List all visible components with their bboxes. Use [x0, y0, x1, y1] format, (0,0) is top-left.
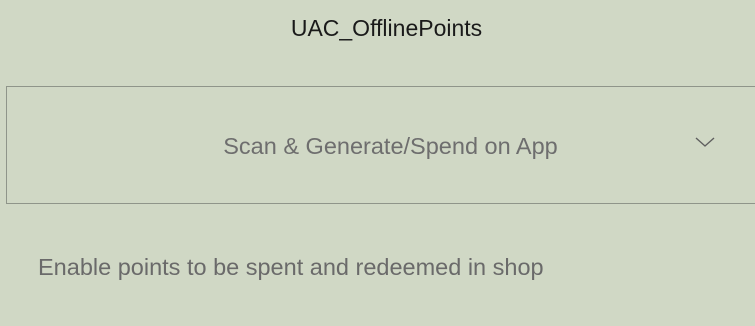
setting-description: Enable points to be spent and redeemed i… [38, 254, 544, 280]
offline-points-setting: UAC_OfflinePoints Scan & Generate/Spend … [0, 0, 755, 326]
chevron-down-icon[interactable] [695, 135, 715, 149]
selected-value: Scan & Generate/Spend on App [223, 133, 558, 159]
setting-title: UAC_OfflinePoints [290, 15, 483, 41]
offline-points-select[interactable]: Scan & Generate/Spend on App [6, 86, 755, 204]
